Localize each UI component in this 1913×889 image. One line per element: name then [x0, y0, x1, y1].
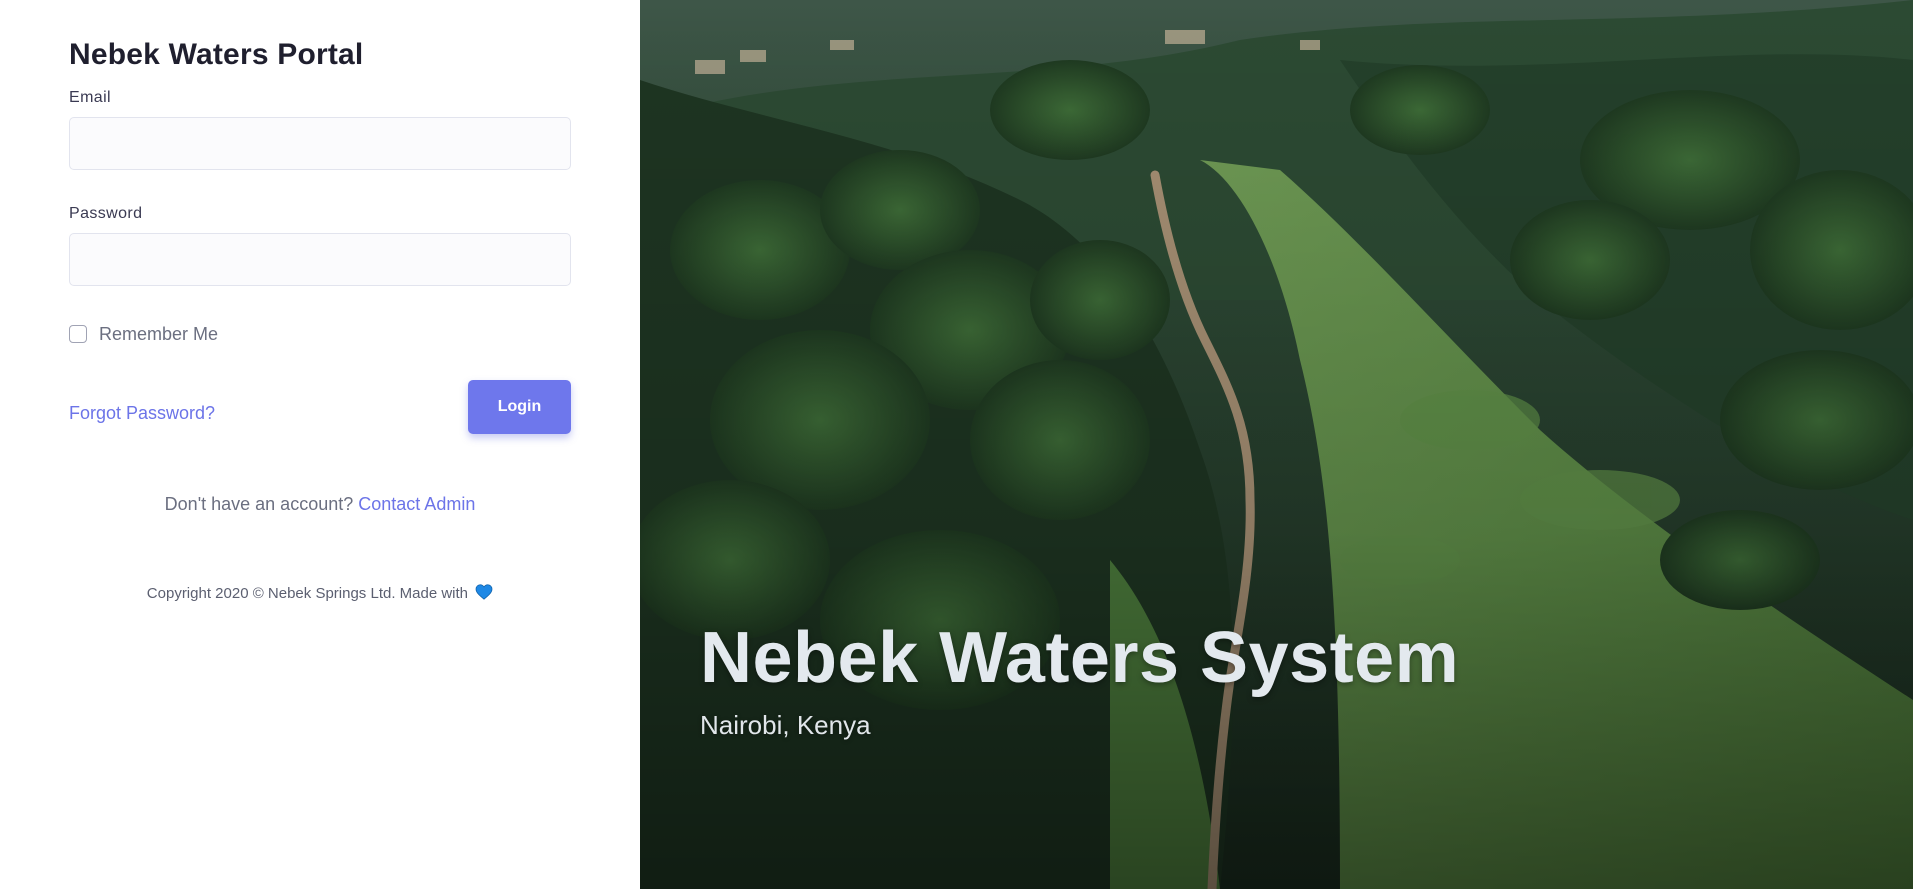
remember-me-checkbox[interactable] [69, 325, 87, 343]
hero-panel: Nebek Waters System Nairobi, Kenya [640, 0, 1913, 889]
forgot-password-link[interactable]: Forgot Password? [69, 403, 215, 424]
signup-prompt: Don't have an account? Contact Admin [69, 494, 571, 515]
page-title: Nebek Waters Portal [69, 38, 364, 71]
hero-title: Nebek Waters System [700, 618, 1460, 698]
blue-heart-icon [475, 584, 493, 604]
password-field[interactable] [69, 233, 571, 286]
login-button[interactable]: Login [468, 380, 571, 434]
login-panel: Nebek Waters Portal Email Password Remem… [0, 0, 640, 889]
contact-admin-link[interactable]: Contact Admin [358, 494, 475, 514]
login-page: Nebek Waters Portal Email Password Remem… [0, 0, 1913, 889]
password-label: Password [69, 205, 143, 222]
remember-me: Remember Me [69, 322, 571, 346]
email-field[interactable] [69, 117, 571, 170]
signup-prompt-text: Don't have an account? [164, 494, 354, 514]
copyright-footer: Copyright 2020 © Nebek Springs Ltd. Made… [69, 584, 571, 604]
form-actions: Forgot Password? Login [69, 380, 571, 436]
hero-background-image [640, 0, 1913, 889]
hero-subtitle: Nairobi, Kenya [700, 710, 871, 740]
email-label: Email [69, 89, 112, 106]
remember-me-label[interactable]: Remember Me [99, 324, 218, 345]
copyright-text: Copyright 2020 © Nebek Springs Ltd. Made… [146, 584, 469, 602]
